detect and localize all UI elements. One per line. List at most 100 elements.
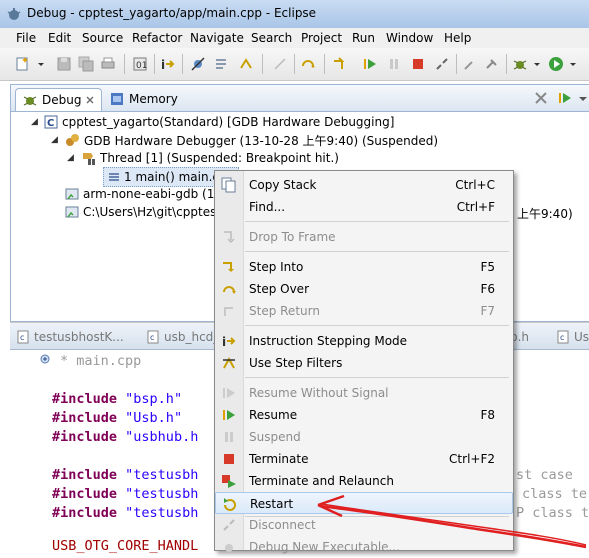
collapse-toggle-icon[interactable]: ◢ [31,117,40,127]
menu-navigate[interactable]: Navigate [190,31,244,45]
menu-file[interactable]: File [16,31,36,45]
step-into-icon [223,262,234,272]
menu-project[interactable]: Project [301,31,342,45]
terminate-toolbar-icon[interactable] [410,56,426,72]
view-menu-icon[interactable] [577,90,589,106]
collapse-toggle-icon[interactable]: ◢ [51,135,60,145]
menu-window[interactable]: Window [386,31,433,45]
tree-item-thread[interactable]: ◢ Thread [1] (Suspended: Breakpoint hit.… [67,149,339,167]
code-line: #include "testusbh [52,505,199,521]
svg-text:c: c [560,333,564,342]
c-file-icon: c [17,330,29,344]
tree-item-gdb[interactable]: arm-none-eabi-gdb (13- [65,185,226,203]
terminate-relaunch-icon [222,475,236,488]
menu-help[interactable]: Help [444,31,471,45]
menu-resume[interactable]: Resume F8 [215,404,513,426]
editor-tab[interactable]: c testusbhostK... [16,327,124,347]
step-filters-icon [223,356,235,369]
disconnect-toolbar-icon[interactable] [434,56,450,72]
disconnect-icon [223,519,235,531]
editor-tab[interactable]: c usb_hcd_ [146,327,219,347]
menu-edit[interactable]: Edit [48,31,71,45]
save-all-icon[interactable] [78,56,94,72]
menu-step-over[interactable]: Step Over F6 [215,278,513,300]
menu-search[interactable]: Search [251,31,292,45]
process-icon [65,188,79,200]
menu-use-step-filters[interactable]: Use Step Filters [215,352,513,374]
instruction-stepping-icon[interactable]: i [160,56,176,72]
drop-frame-icon[interactable] [272,56,288,72]
svg-text:010: 010 [136,61,148,71]
step-filter-icon[interactable] [238,56,254,72]
editor-tab[interactable]: c Us [556,327,589,347]
menu-suspend[interactable]: Suspend [215,426,513,448]
debug-perspective-icon [7,8,21,20]
resume-view-icon[interactable] [557,90,573,106]
restart-icon [224,498,236,511]
collapse-toggle-icon[interactable]: ◢ [67,153,76,163]
resume-without-signal-icon [223,388,235,398]
menu-terminate-relaunch[interactable]: Terminate and Relaunch [215,470,513,492]
code-line: #include "usbhub.h [52,429,199,445]
tool-icon[interactable] [462,56,478,72]
tree-item-label: cpptest_yagarto(Standard) [GDB Hardware … [62,115,395,129]
c-file-icon: c [147,330,159,344]
menu-run[interactable]: Run [352,31,375,45]
drop-to-frame-icon [224,231,235,244]
menu-instruction-stepping[interactable]: i Instruction Stepping Mode [215,330,513,352]
c-file-icon: c [557,330,569,344]
chevron-down-icon[interactable] [532,56,542,72]
step-return-icon [224,307,233,316]
close-icon[interactable] [85,95,95,105]
suspend-toolbar-icon[interactable] [386,56,402,72]
debug-icon [23,96,37,106]
step-over-toolbar-icon[interactable] [300,56,316,72]
code-line: * main.cpp [60,353,142,369]
tree-item-project[interactable]: ◢ C cpptest_yagarto(Standard) [GDB Hardw… [31,113,394,131]
menu-copy-stack[interactable]: Copy Stack Ctrl+C [215,174,513,196]
tree-item-path[interactable]: C:\Users\Hz\git\cpptest2 [65,203,229,221]
memory-icon [111,93,123,105]
save-icon[interactable] [56,56,72,72]
tree-item-label: Thread [1] (Suspended: Breakpoint hit.) [100,151,339,165]
thread-suspended-icon [83,153,95,165]
annotation-arrow [317,494,587,549]
window-title: Debug - cpptest_yagarto/app/main.cpp - E… [27,6,317,20]
remove-all-terminated-icon[interactable] [533,90,549,106]
tree-item-label: C:\Users\Hz\git\cpptest2 [83,205,229,219]
skip-breakpoints-icon[interactable] [190,56,206,72]
menu-find[interactable]: Find... Ctrl+F [215,196,513,218]
menu-drop-to-frame[interactable]: Drop To Frame [215,226,513,248]
tab-memory[interactable]: Memory [103,88,184,110]
menu-source[interactable]: Source [82,31,123,45]
terminate-icon [224,454,234,464]
fold-expand-icon[interactable] [40,354,50,364]
code-line: #include "testusbh [52,486,199,502]
suspend-icon [225,432,233,442]
chevron-down-icon[interactable] [36,56,46,72]
menu-terminate[interactable]: Terminate Ctrl+F2 [215,448,513,470]
menu-step-return[interactable]: Step Return F7 [215,300,513,322]
tree-item-label: arm-none-eabi-gdb (13- [83,187,227,201]
resume-toolbar-icon[interactable] [362,56,378,72]
tab-memory-label: Memory [129,92,178,106]
main-toolbar: 010 i [0,48,589,81]
copy-stack-icon [221,177,236,193]
toggle-mark-icon[interactable] [214,56,230,72]
menu-step-into[interactable]: Step Into F5 [215,256,513,278]
print-icon[interactable] [100,56,116,72]
code-line: #include "testusbh [52,467,199,483]
menu-refactor[interactable]: Refactor [132,31,182,45]
stack-frame-icon [109,173,119,181]
new-icon[interactable] [14,56,30,72]
run-icon[interactable] [548,56,564,72]
tree-item-debugger[interactable]: ◢ GDB Hardware Debugger (13-10-28 上午9:40… [51,131,438,149]
build-icon[interactable]: 010 [132,56,148,72]
code-line: #include "Usb.h" [52,410,183,426]
debug-launch-icon[interactable] [512,56,528,72]
chevron-down-icon[interactable] [568,56,578,72]
step-into-toolbar-icon[interactable] [332,56,348,72]
connect-icon[interactable] [484,56,500,72]
menu-resume-without-signal[interactable]: Resume Without Signal [215,382,513,404]
tab-debug[interactable]: Debug [15,88,103,111]
